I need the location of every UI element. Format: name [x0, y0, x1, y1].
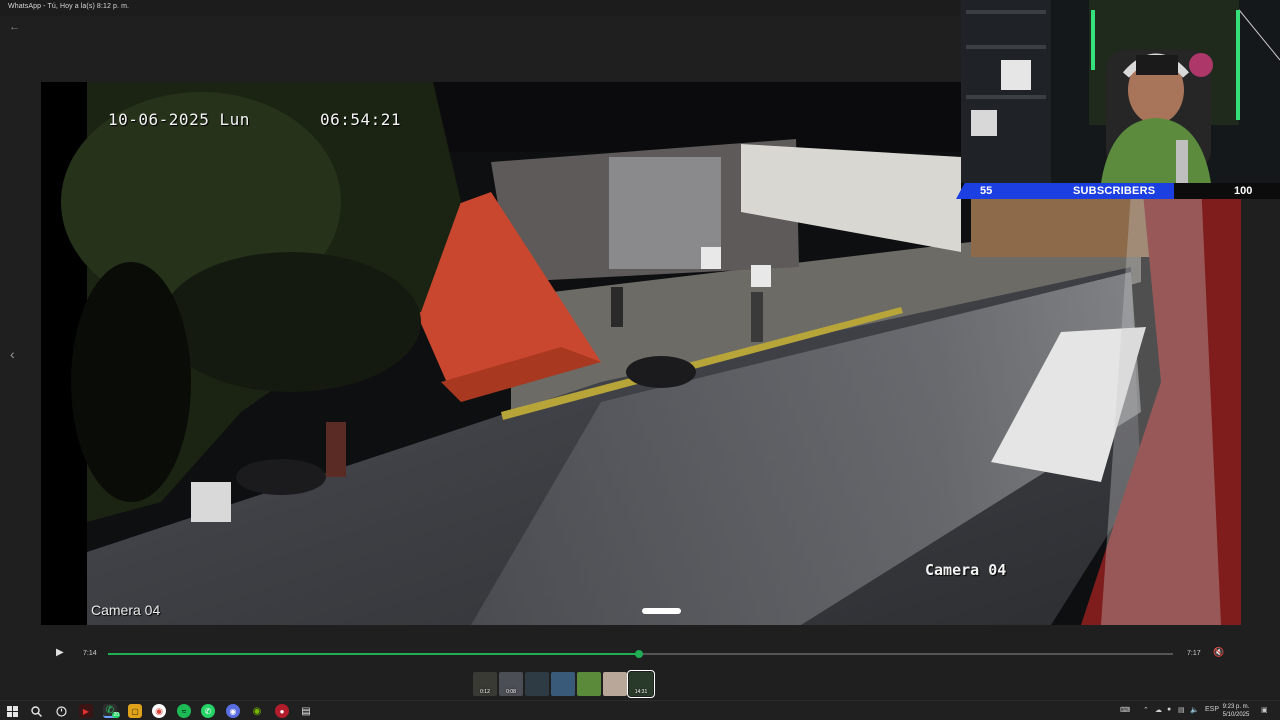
media-thumbnail-strip: 0:12 0:08 14:31	[473, 670, 655, 698]
current-time: 7:14	[83, 650, 97, 657]
media-thumbnail[interactable]	[577, 672, 601, 696]
nvidia-icon[interactable]: ◉	[250, 704, 264, 718]
media-thumbnail[interactable]	[525, 672, 549, 696]
clock-date: 5/10/2025	[1222, 712, 1250, 718]
spotify-icon[interactable]: ≈	[177, 704, 191, 718]
cctv-date-overlay: 10-06-2025 Lun	[108, 110, 250, 129]
file-explorer-icon[interactable]: ▢	[128, 704, 142, 718]
seek-bar[interactable]	[108, 650, 1173, 658]
player-controls: ▶ 7:14 7:17 🔇	[0, 643, 1280, 665]
cctv-time-overlay: 06:54:21	[320, 110, 402, 129]
search-icon[interactable]	[29, 704, 43, 718]
onedrive-icon[interactable]: ☁	[1155, 706, 1162, 714]
windows-start-icon[interactable]	[5, 704, 19, 718]
title-bar: WhatsApp - Tú, Hoy a la(s) 8:12 p. m.	[0, 0, 960, 16]
media-thumbnail[interactable]: 0:08	[499, 672, 523, 696]
back-arrow-icon[interactable]: ←	[9, 21, 20, 33]
play-icon[interactable]: ▶	[56, 647, 68, 661]
window-title: WhatsApp - Tú, Hoy a la(s) 8:12 p. m.	[8, 3, 130, 10]
notification-icon[interactable]: ▣	[1261, 706, 1268, 714]
microphone-icon[interactable]: ●	[1167, 706, 1171, 713]
windows-taskbar: ▶ ✆ 20 ▢ ◉ ≈ ✆ ◉ ◉ ● ▤ ⌨ ⌃ ☁ ● ▤ 🔈 ESP 9…	[0, 700, 1280, 720]
volume-muted-icon[interactable]: 🔇	[1213, 647, 1224, 658]
system-clock[interactable]: 9:23 p. m. 5/10/2025	[1218, 703, 1254, 719]
browser-icon[interactable]: ◉	[226, 704, 240, 718]
network-icon[interactable]: ▤	[1178, 706, 1185, 714]
keyboard-icon[interactable]: ⌨	[1120, 706, 1130, 714]
language-indicator[interactable]: ESP	[1205, 706, 1219, 713]
media-thumbnail[interactable]: 0:12	[473, 672, 497, 696]
thumbnail-duration: 0:12	[480, 689, 490, 695]
obs-recording-icon[interactable]: ●	[275, 704, 289, 718]
whatsapp-unread-badge: 20	[112, 712, 120, 718]
seek-handle[interactable]	[635, 650, 644, 658]
subscriber-counter-bar: 55 SUBSCRIBERS 100	[956, 183, 1280, 199]
media-thumbnail[interactable]: 14:31	[627, 670, 655, 698]
subscriber-goal: 100	[1234, 185, 1253, 197]
whatsapp-icon[interactable]: ✆ 20	[103, 704, 120, 718]
media-scroll-indicator[interactable]	[642, 608, 681, 614]
seek-bar-progress	[108, 653, 640, 655]
clock-time: 9:23 p. m.	[1222, 704, 1250, 710]
thumbnail-duration: 14:31	[634, 689, 648, 695]
whatsapp-media-viewer: WhatsApp - Tú, Hoy a la(s) 8:12 p. m. ← …	[0, 0, 1280, 720]
media-app-icon[interactable]: ▶	[79, 704, 93, 718]
task-view-icon[interactable]	[54, 704, 68, 718]
webcam-image	[961, 0, 1280, 183]
notes-app-icon[interactable]: ▤	[299, 704, 313, 718]
show-hidden-icons-chevron[interactable]: ⌃	[1143, 706, 1149, 714]
subscriber-count: 55	[980, 185, 993, 197]
volume-icon[interactable]: 🔈	[1190, 706, 1199, 714]
previous-media-icon[interactable]: ‹	[10, 346, 15, 362]
streamer-webcam	[961, 0, 1280, 183]
media-thumbnail[interactable]	[603, 672, 627, 696]
camera-label-left: Camera 04	[91, 602, 161, 618]
thumbnail-duration: 0:08	[506, 689, 516, 695]
duration-time: 7:17	[1187, 650, 1201, 657]
whatsapp-business-icon[interactable]: ✆	[201, 704, 215, 718]
media-thumbnail[interactable]	[551, 672, 575, 696]
chrome-icon[interactable]: ◉	[152, 704, 166, 718]
subscriber-bar-background	[1174, 183, 1280, 199]
subscriber-label: SUBSCRIBERS	[1073, 185, 1156, 197]
camera-label-right: Camera 04	[925, 561, 1007, 579]
